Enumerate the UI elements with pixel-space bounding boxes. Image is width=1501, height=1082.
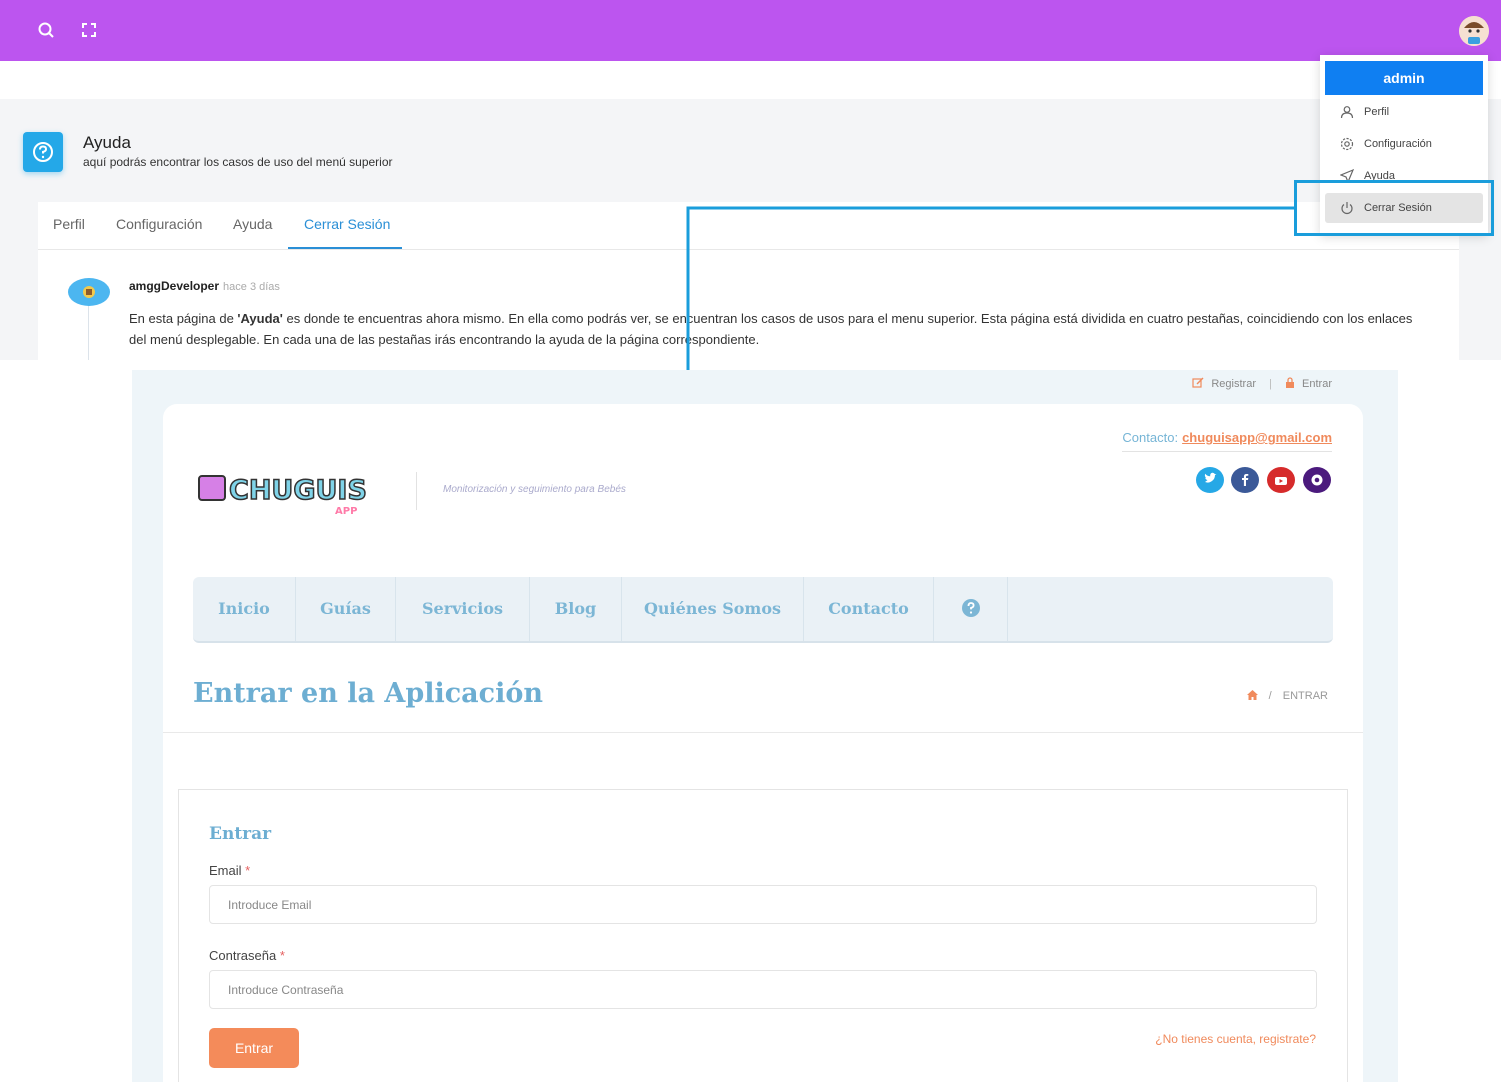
divider	[163, 732, 1363, 733]
logo-divider	[416, 472, 417, 510]
logo-text: CHUGUIS	[229, 475, 367, 506]
home-icon	[1246, 690, 1258, 700]
nav-guias[interactable]: Guías	[296, 577, 396, 641]
site-card: Contacto: chuguisapp@gmail.com CHUGUIS AP…	[163, 404, 1363, 1082]
email-label-text: Email	[209, 863, 242, 878]
site-top-links: Registrar | Entrar	[1192, 377, 1332, 390]
password-label: Contraseña *	[209, 948, 285, 963]
github-icon[interactable]	[1303, 467, 1331, 493]
email-label: Email *	[209, 863, 250, 878]
breadcrumb-separator: /	[1268, 690, 1272, 702]
password-input[interactable]	[209, 970, 1317, 1009]
site-logo[interactable]: CHUGUIS APP	[193, 464, 393, 518]
logo-sub: APP	[335, 506, 357, 517]
youtube-icon[interactable]	[1267, 467, 1295, 493]
contact-email[interactable]: chuguisapp@gmail.com	[1182, 430, 1332, 445]
required-mark: *	[245, 863, 251, 878]
twitter-icon[interactable]	[1196, 467, 1224, 493]
question-icon	[961, 599, 980, 617]
password-label-text: Contraseña	[209, 948, 277, 963]
form-title: Entrar	[209, 824, 272, 844]
nav-servicios[interactable]: Servicios	[396, 577, 530, 641]
nav-help[interactable]	[934, 577, 1008, 641]
nav-quienes-somos[interactable]: Quiénes Somos	[622, 577, 804, 641]
nav-contacto[interactable]: Contacto	[804, 577, 934, 641]
register-link[interactable]: ¿No tienes cuenta, registrate?	[1155, 1032, 1316, 1046]
edit-icon	[1192, 377, 1204, 388]
breadcrumb: / ENTRAR	[1246, 690, 1328, 702]
required-mark: *	[279, 948, 285, 963]
nav-inicio[interactable]: Inicio	[193, 577, 296, 641]
facebook-icon[interactable]	[1231, 467, 1259, 493]
login-form: Entrar Email * Contraseña * Entrar ¿No t…	[178, 789, 1348, 1082]
site-nav: Inicio Guías Servicios Blog Quiénes Somo…	[193, 577, 1333, 643]
separator: |	[1269, 378, 1272, 390]
site-preview: Registrar | Entrar Contacto: chuguisapp@g…	[132, 370, 1398, 1082]
register-link[interactable]: Registrar	[1211, 378, 1256, 390]
login-button[interactable]: Entrar	[209, 1028, 299, 1068]
site-page-title: Entrar en la Aplicación	[193, 678, 543, 709]
site-tagline: Monitorización y seguimiento para Bebés	[443, 484, 626, 495]
contact-line: Contacto: chuguisapp@gmail.com	[1122, 430, 1332, 452]
email-input[interactable]	[209, 885, 1317, 924]
lock-icon	[1285, 377, 1294, 388]
nav-blog[interactable]: Blog	[530, 577, 622, 641]
contact-label: Contacto:	[1122, 430, 1179, 445]
login-link[interactable]: Entrar	[1302, 378, 1332, 390]
breadcrumb-current: ENTRAR	[1282, 690, 1328, 702]
